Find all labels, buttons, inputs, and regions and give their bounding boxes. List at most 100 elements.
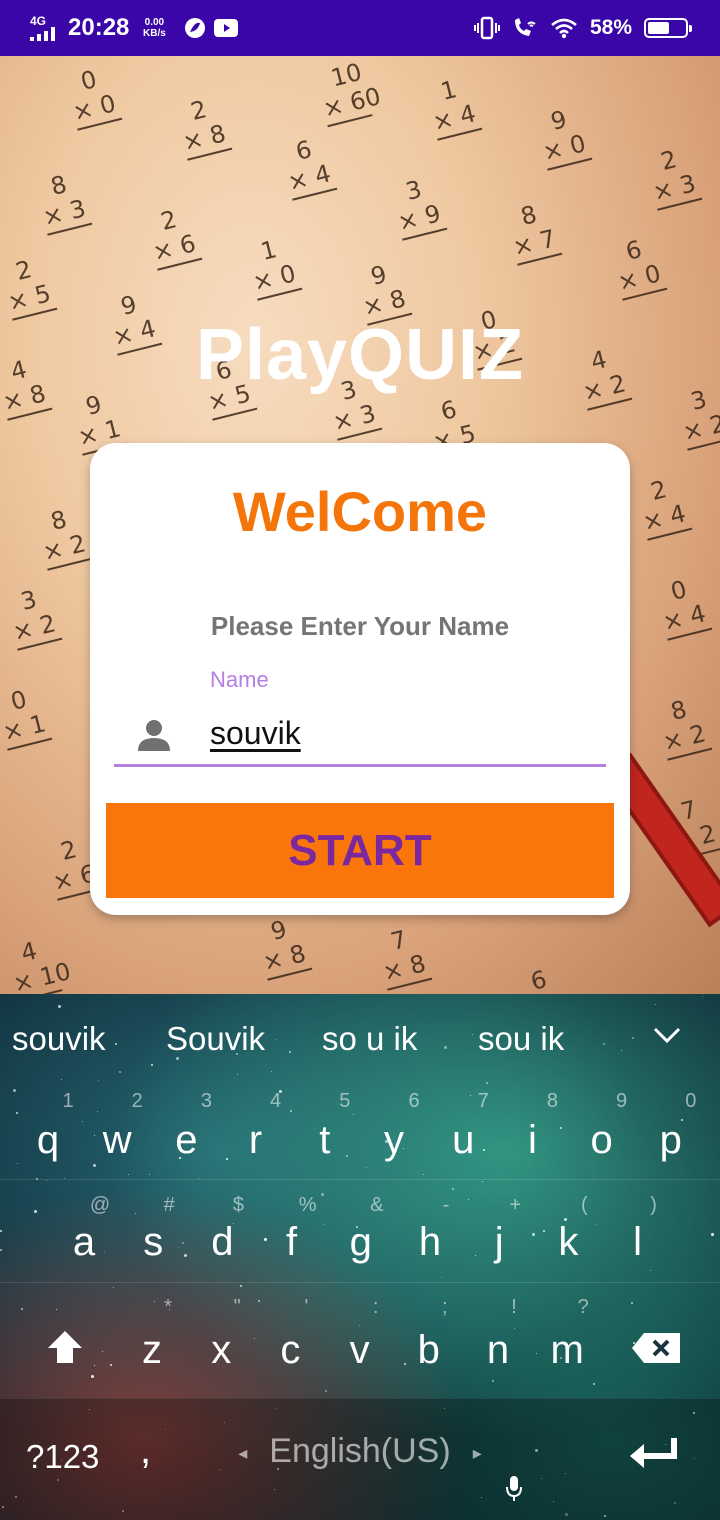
key-u[interactable]: u — [433, 1118, 493, 1163]
math-problem-decoration: 10 × 60 — [313, 56, 385, 129]
key-hint: ! — [511, 1296, 517, 1318]
person-icon — [138, 720, 170, 751]
key-hint: 2 — [131, 1090, 143, 1112]
star-decoration — [532, 1233, 535, 1236]
app-title: PlayQUIZ — [195, 315, 525, 395]
math-problem-decoration: 3 × 9 — [388, 171, 448, 242]
math-problem-decoration: 2 × 3 — [643, 141, 703, 212]
speed-unit: KB/s — [143, 28, 166, 39]
star-decoration — [702, 996, 703, 997]
star-decoration — [128, 1174, 129, 1175]
key-hint: ) — [650, 1194, 657, 1216]
mic-icon[interactable] — [505, 1476, 523, 1502]
space-bar-label: English(US) — [269, 1432, 451, 1470]
suggestion-4[interactable]: sou ik — [478, 1020, 564, 1058]
star-decoration — [46, 1180, 47, 1181]
suggestion-2[interactable]: Souvik — [166, 1020, 265, 1058]
key-hint: 5 — [339, 1090, 351, 1112]
key-hint: & — [370, 1194, 384, 1216]
network-type: 4G — [30, 14, 47, 28]
star-decoration — [21, 1308, 23, 1310]
key-hint: % — [298, 1194, 317, 1216]
space-bar[interactable]: ◂ English(US) ▸ — [200, 1432, 520, 1471]
math-problem-decoration: 1 × 0 — [243, 231, 303, 302]
star-decoration — [34, 1210, 37, 1213]
key-c[interactable]: c — [260, 1328, 320, 1373]
wifi-calling-icon — [514, 18, 536, 36]
key-row-divider — [0, 1179, 720, 1180]
star-decoration — [323, 1224, 324, 1225]
key-f[interactable]: f — [262, 1220, 322, 1265]
key-o[interactable]: o — [572, 1118, 632, 1163]
star-decoration — [655, 1004, 656, 1005]
key-z[interactable]: z — [122, 1328, 182, 1373]
star-decoration — [423, 1174, 424, 1175]
key-t[interactable]: t — [295, 1118, 355, 1163]
math-problem-decoration: 6× 4 — [278, 131, 338, 202]
key-hint: # — [163, 1194, 175, 1216]
key-hint: 4 — [270, 1090, 282, 1112]
comma-key[interactable]: , — [140, 1428, 151, 1473]
key-p[interactable]: p — [641, 1118, 701, 1163]
key-e[interactable]: e — [156, 1118, 216, 1163]
key-s[interactable]: s — [123, 1220, 183, 1265]
key-i[interactable]: i — [502, 1118, 562, 1163]
wifi-icon — [551, 18, 577, 39]
math-problem-decoration: 1 × 4 — [423, 71, 483, 142]
left-arrow-icon: ◂ — [238, 1442, 248, 1463]
star-decoration — [151, 1064, 153, 1066]
key-l[interactable]: l — [608, 1220, 668, 1265]
suggestion-3[interactable]: so u ik — [322, 1020, 417, 1058]
star-decoration — [113, 1287, 114, 1288]
symbols-key[interactable]: ?123 — [26, 1438, 99, 1476]
signal-icon — [30, 27, 55, 41]
star-decoration — [58, 1005, 61, 1008]
key-b[interactable]: b — [399, 1328, 459, 1373]
key-x[interactable]: x — [191, 1328, 251, 1373]
star-decoration — [482, 1181, 483, 1182]
key-a[interactable]: a — [54, 1220, 114, 1265]
start-button[interactable]: START — [106, 803, 614, 898]
star-decoration — [486, 1082, 488, 1084]
star-decoration — [711, 1233, 714, 1236]
star-decoration — [56, 1309, 57, 1310]
math-problem-decoration: 8 × 7 — [503, 196, 563, 267]
system-icons: 58% — [473, 0, 692, 56]
name-entry-card: WelCome Please Enter Your Name Name souv… — [90, 443, 630, 915]
key-d[interactable]: d — [192, 1220, 252, 1265]
key-hint: * — [164, 1296, 172, 1318]
backspace-icon[interactable] — [630, 1331, 682, 1365]
suggestion-1[interactable]: souvik — [12, 1020, 106, 1058]
key-y[interactable]: y — [364, 1118, 424, 1163]
key-n[interactable]: n — [468, 1328, 528, 1373]
star-decoration — [275, 1039, 276, 1040]
enter-icon[interactable] — [628, 1436, 680, 1472]
star-decoration — [93, 1164, 96, 1167]
star-decoration — [13, 1089, 16, 1092]
key-m[interactable]: m — [537, 1328, 597, 1373]
chevron-down-icon[interactable] — [652, 1020, 682, 1050]
key-hint: 6 — [408, 1090, 420, 1112]
key-g[interactable]: g — [331, 1220, 391, 1265]
vibrate-icon — [473, 16, 500, 40]
key-hint: 7 — [477, 1090, 489, 1112]
key-r[interactable]: r — [226, 1118, 286, 1163]
key-row-divider — [0, 1282, 720, 1283]
shift-icon[interactable] — [46, 1329, 84, 1365]
key-k[interactable]: k — [538, 1220, 598, 1265]
key-q[interactable]: q — [18, 1118, 78, 1163]
name-input[interactable]: souvik — [210, 715, 301, 752]
star-decoration — [492, 1380, 494, 1382]
star-decoration — [135, 1213, 136, 1214]
key-w[interactable]: w — [87, 1118, 147, 1163]
math-problem-decoration: 2 × 4 — [633, 471, 693, 542]
star-decoration — [110, 1364, 112, 1366]
math-problem-decoration: 3 × 2 — [3, 581, 63, 652]
key-v[interactable]: v — [330, 1328, 390, 1373]
math-problem-decoration: 0 × 1 — [0, 681, 53, 752]
star-decoration — [0, 1230, 2, 1232]
key-j[interactable]: j — [469, 1220, 529, 1265]
math-problem-decoration: 6× 4 — [513, 961, 573, 994]
key-h[interactable]: h — [400, 1220, 460, 1265]
star-decoration — [366, 1167, 367, 1168]
